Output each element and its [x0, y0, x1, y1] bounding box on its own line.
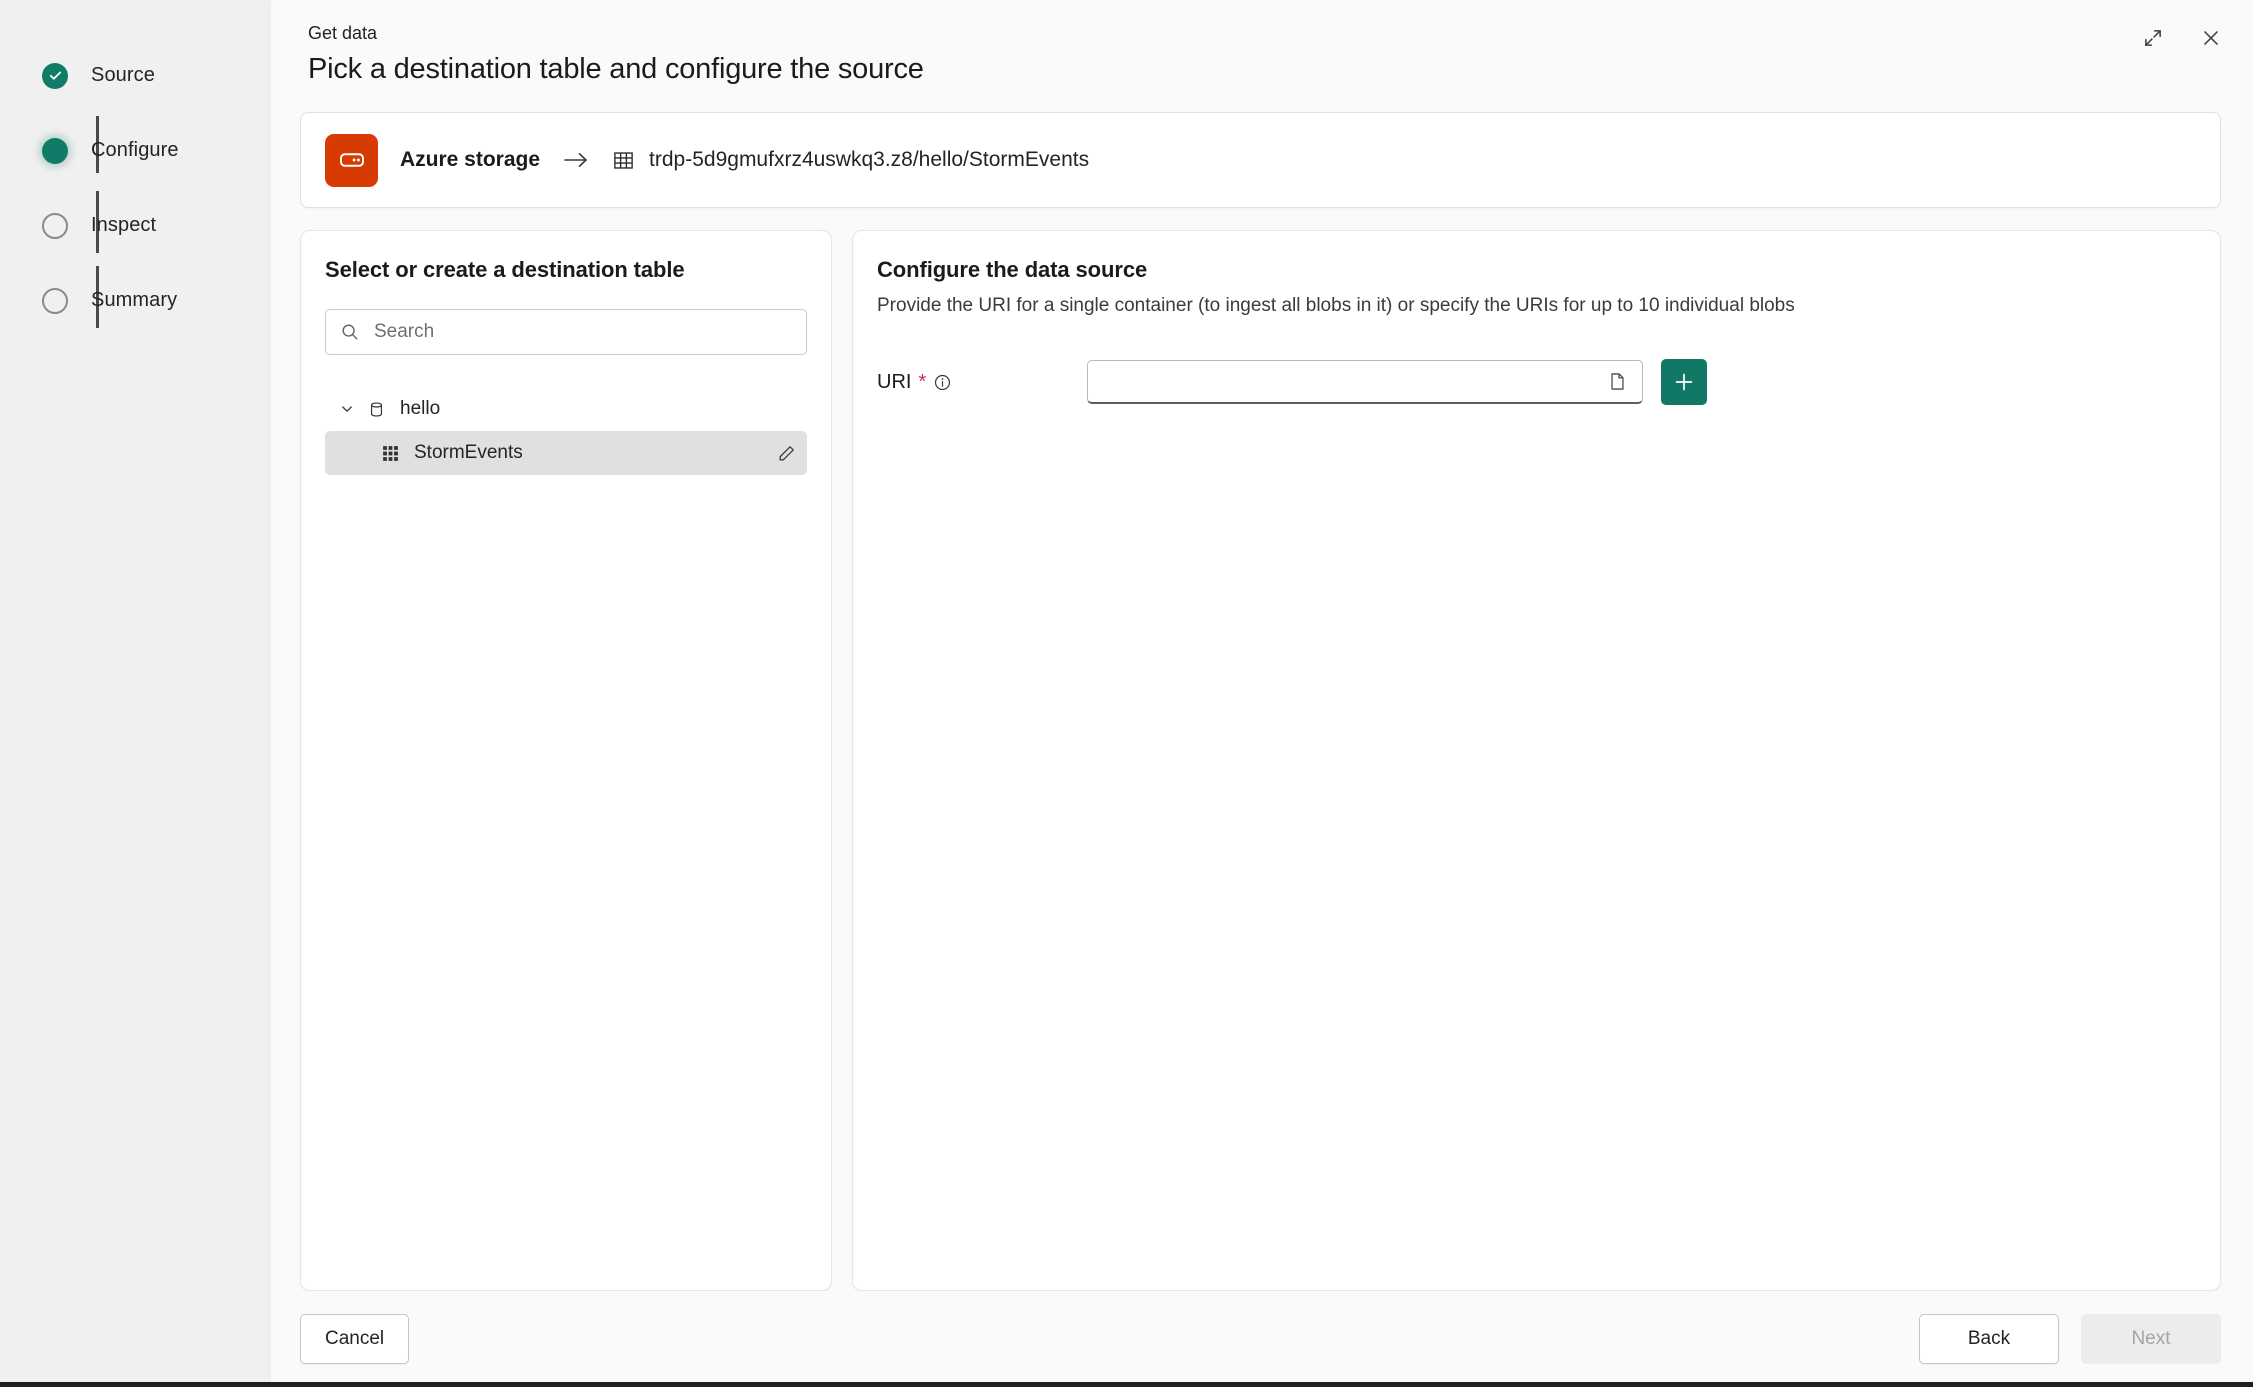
cancel-button[interactable]: Cancel	[300, 1314, 410, 1364]
destination-table-panel: Select or create a destination table Sea…	[300, 230, 832, 1291]
source-name-label: Azure storage	[400, 148, 541, 172]
step-dot-wrap-summary	[40, 287, 70, 314]
uri-label-text: URI	[877, 370, 912, 393]
search-icon	[340, 322, 360, 342]
wizard-main: Get data Pick a destination table and co…	[268, 0, 2253, 1387]
get-data-wizard: Source Configure Inspect Summary Get dat…	[0, 0, 2253, 1387]
check-circle-icon	[42, 62, 68, 89]
add-uri-button[interactable]	[1661, 359, 1707, 406]
step-dot-wrap-source	[40, 62, 70, 89]
file-icon[interactable]	[1604, 369, 1630, 395]
pencil-icon[interactable]	[776, 443, 797, 464]
panels-container: Select or create a destination table Sea…	[300, 230, 2221, 1291]
search-input[interactable]	[372, 320, 792, 345]
expand-icon[interactable]	[2133, 18, 2173, 58]
chevron-down-icon[interactable]	[335, 401, 359, 417]
arrow-right-icon	[562, 150, 590, 170]
back-button[interactable]: Back	[1919, 1314, 2059, 1364]
wizard-footer: Cancel Back Next	[268, 1291, 2253, 1387]
page-title: Pick a destination table and configure t…	[308, 53, 924, 86]
page-header: Get data Pick a destination table and co…	[268, 0, 2253, 86]
sidebar-step-label-inspect: Inspect	[91, 214, 157, 236]
step-dot-wrap-configure	[40, 137, 70, 164]
sidebar-step-source[interactable]: Source	[40, 38, 240, 113]
uri-input[interactable]	[1102, 369, 1604, 394]
window-controls	[2133, 18, 2231, 58]
tree-item-table-stormevents[interactable]: StormEvents	[325, 431, 807, 476]
sidebar-step-configure[interactable]: Configure	[40, 113, 240, 188]
destination-path: trdp-5d9gmufxrz4uswkq3.z8/hello/StormEve…	[612, 148, 1089, 172]
info-icon[interactable]	[933, 373, 952, 392]
uri-form-row: URI *	[877, 359, 2196, 406]
pending-step-dot-icon	[42, 212, 68, 239]
plus-icon	[1672, 370, 1696, 394]
tree-item-label: StormEvents	[414, 442, 523, 464]
current-step-dot-icon	[42, 137, 68, 164]
uri-input-wrapper[interactable]	[1087, 360, 1643, 405]
wizard-stepper: Source Configure Inspect Summary	[40, 38, 240, 338]
uri-field-label: URI *	[877, 371, 1087, 394]
sidebar-step-label-source: Source	[91, 64, 155, 86]
sidebar-step-label-configure: Configure	[91, 139, 179, 161]
breadcrumb: Get data	[308, 23, 378, 43]
destination-panel-title: Select or create a destination table	[325, 257, 685, 283]
step-dot-wrap-inspect	[40, 212, 70, 239]
data-source-panel-subtitle: Provide the URI for a single container (…	[877, 295, 1795, 317]
close-icon[interactable]	[2191, 18, 2231, 58]
data-source-panel-title: Configure the data source	[877, 257, 1148, 283]
data-source-panel: Configure the data source Provide the UR…	[852, 230, 2221, 1291]
table-icon	[612, 149, 635, 172]
pending-step-dot-icon	[42, 287, 68, 314]
footer-actions: Back Next	[1919, 1314, 2221, 1364]
tree-item-label: hello	[400, 398, 441, 420]
required-marker: *	[918, 371, 927, 394]
database-icon	[367, 400, 386, 419]
search-box[interactable]	[325, 309, 807, 356]
tree-item-database-hello[interactable]: hello	[325, 387, 807, 431]
destination-path-text: trdp-5d9gmufxrz4uswkq3.z8/hello/StormEve…	[649, 148, 1090, 172]
wizard-sidebar: Source Configure Inspect Summary	[0, 0, 268, 1387]
table-grid-icon	[381, 444, 400, 463]
azure-storage-icon	[325, 133, 378, 187]
sidebar-step-label-summary: Summary	[91, 289, 178, 311]
destination-table-tree: hello StormEvents	[325, 387, 807, 476]
next-button[interactable]: Next	[2081, 1314, 2221, 1364]
source-summary-bar: Azure storage trdp-5d9gmufxrz4uswkq3.z8/…	[300, 112, 2221, 209]
sidebar-step-inspect[interactable]: Inspect	[40, 188, 240, 263]
window-bottom-strip	[0, 1382, 2253, 1387]
sidebar-step-summary[interactable]: Summary	[40, 263, 240, 338]
